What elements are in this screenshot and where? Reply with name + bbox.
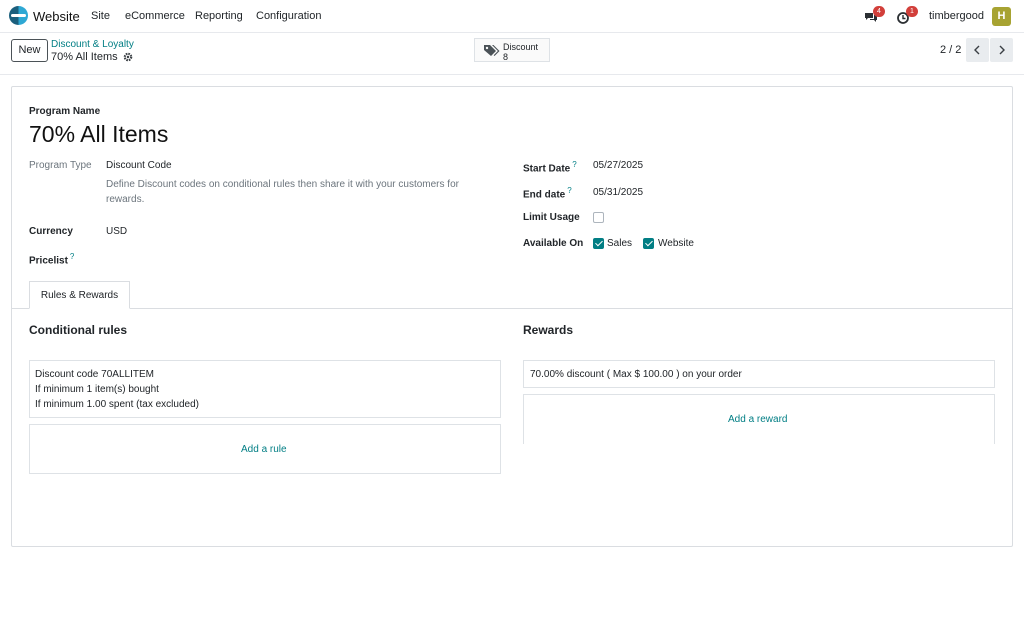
breadcrumb-parent[interactable]: Discount & Loyalty xyxy=(51,39,134,50)
username[interactable]: timbergood xyxy=(929,10,984,22)
pricelist-label-text: Pricelist xyxy=(29,255,68,267)
end-date-label-text: End date xyxy=(523,189,566,201)
activities-button[interactable]: 1 xyxy=(897,6,918,26)
program-name-label: Program Name xyxy=(29,106,101,117)
add-reward-link[interactable]: Add a reward xyxy=(728,414,787,425)
website-logo-icon[interactable] xyxy=(9,6,28,25)
limit-usage-checkbox[interactable] xyxy=(593,212,604,223)
menu-configuration[interactable]: Configuration xyxy=(256,10,321,22)
top-navbar: Website Site eCommerce Reporting Configu… xyxy=(0,0,1024,33)
menu-reporting[interactable]: Reporting xyxy=(195,10,243,22)
rule-line: If minimum 1 item(s) bought xyxy=(35,384,159,395)
currency-label: Currency xyxy=(29,226,73,237)
pager-previous-button[interactable] xyxy=(966,38,989,62)
tab-rules-rewards[interactable]: Rules & Rewards xyxy=(29,281,130,309)
control-panel-divider xyxy=(0,74,1024,75)
pager-value[interactable]: 2 / 2 xyxy=(940,44,961,56)
start-date-label-text: Start Date xyxy=(523,163,571,175)
conditional-rules-title: Conditional rules xyxy=(29,323,128,337)
messages-button[interactable]: 4 xyxy=(864,6,885,26)
reward-line: 70.00% discount ( Max $ 100.00 ) on your… xyxy=(530,369,742,380)
currency-field[interactable]: USD xyxy=(106,226,127,237)
limit-usage-label: Limit Usage xyxy=(523,212,580,223)
program-type-description: Define Discount codes on conditional rul… xyxy=(106,179,459,205)
start-date-help-icon[interactable]: ? xyxy=(572,160,576,169)
rule-card-lines: Discount code 70ALLITEM If minimum 1 ite… xyxy=(35,367,199,412)
rewards-title: Rewards xyxy=(523,323,574,337)
tag-icon xyxy=(484,45,500,56)
available-website-checkbox[interactable] xyxy=(643,238,654,249)
form-sheet xyxy=(11,86,1013,547)
program-name-field[interactable]: 70% All Items xyxy=(29,121,168,148)
add-rule-link[interactable]: Add a rule xyxy=(241,444,287,455)
pricelist-help-icon[interactable]: ? xyxy=(70,252,74,261)
rule-line: If minimum 1.00 spent (tax excluded) xyxy=(35,399,199,410)
app-name[interactable]: Website xyxy=(33,9,80,24)
avatar[interactable]: H xyxy=(992,7,1011,26)
program-type-label: Program Type xyxy=(29,160,92,171)
end-date-label: End date? xyxy=(523,186,572,200)
activities-badge: 1 xyxy=(906,6,918,17)
available-website-label: Website xyxy=(658,238,694,249)
program-type-field[interactable]: Discount Code xyxy=(106,160,172,171)
chevron-right-icon xyxy=(999,45,1005,55)
smart-button-label: Discount xyxy=(503,42,539,52)
end-date-help-icon[interactable]: ? xyxy=(567,186,571,195)
discount-smart-button[interactable]: Discount 8 xyxy=(474,38,550,62)
available-sales-checkbox[interactable] xyxy=(593,238,604,249)
end-date-field[interactable]: 05/31/2025 xyxy=(593,187,643,198)
messages-badge: 4 xyxy=(873,6,885,17)
new-button[interactable]: New xyxy=(11,39,48,62)
tab-divider xyxy=(12,308,1012,309)
available-on-label: Available On xyxy=(523,238,584,249)
available-sales-label: Sales xyxy=(607,238,633,249)
pricelist-label: Pricelist? xyxy=(29,252,74,266)
gear-icon[interactable] xyxy=(123,52,133,62)
rule-line: Discount code 70ALLITEM xyxy=(35,369,154,380)
pager-next-button[interactable] xyxy=(990,38,1013,62)
start-date-field[interactable]: 05/27/2025 xyxy=(593,160,643,171)
chevron-left-icon xyxy=(974,45,980,55)
menu-site[interactable]: Site xyxy=(91,10,110,22)
smart-button-count: 8 xyxy=(503,52,509,62)
breadcrumb-current-label: 70% All Items xyxy=(51,51,118,63)
start-date-label: Start Date? xyxy=(523,160,577,174)
breadcrumb-current: 70% All Items xyxy=(51,51,133,63)
menu-ecommerce[interactable]: eCommerce xyxy=(125,10,185,22)
